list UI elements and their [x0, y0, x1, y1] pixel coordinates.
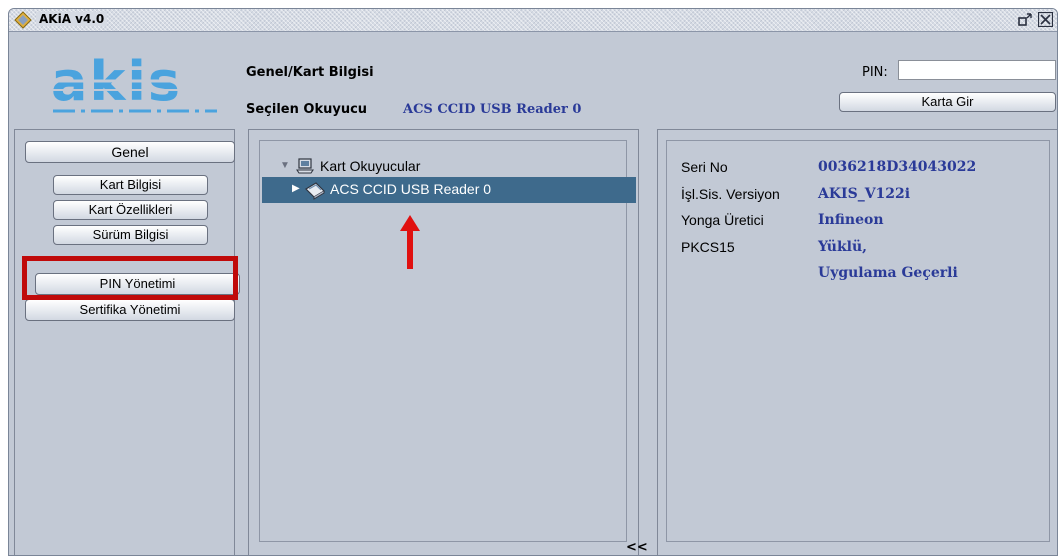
tree-item-reader-label: ACS CCID USB Reader 0	[330, 181, 492, 197]
tree-item-reader[interactable]: ▶ ACS CCID USB Reader 0	[262, 177, 636, 203]
info-value-pkcs15-status: Uygulama Geçerli	[818, 265, 958, 281]
sidebar-panel: Genel Kart Bilgisi Kart Özellikleri Sürü…	[14, 129, 240, 555]
close-icon[interactable]	[1038, 12, 1053, 27]
info-label-pkcs15: PKCS15	[681, 239, 735, 255]
info-label-yonga-uretici: Yonga Üretici	[681, 212, 764, 228]
header-area: akis Genel/Kart Bilgisi Seçilen Okuyucu …	[9, 32, 1057, 128]
pin-label: PIN:	[862, 65, 888, 80]
red-arrow-annotation	[400, 215, 420, 269]
genel-button[interactable]: Genel	[25, 141, 235, 163]
info-value-os-version: AKIS_V122i	[818, 186, 911, 202]
akis-logo: akis	[47, 56, 223, 113]
sidebar-item-surum-bilgisi[interactable]: Sürüm Bilgisi	[53, 225, 208, 245]
pin-input[interactable]	[898, 60, 1056, 80]
sidebar-item-kart-bilgisi[interactable]: Kart Bilgisi	[53, 175, 208, 195]
window-title: AKiA v4.0	[36, 12, 108, 26]
page-title: Genel/Kart Bilgisi	[246, 65, 374, 80]
info-value-seri-no: 0036218D34043022	[818, 159, 977, 175]
collapsed-arrow-icon[interactable]: ▶	[292, 183, 300, 194]
expand-arrow-icon[interactable]: ▼	[280, 160, 290, 171]
restore-icon[interactable]	[1018, 12, 1033, 27]
sidebar-item-kart-ozellikleri[interactable]: Kart Özellikleri	[53, 200, 208, 220]
info-label-os-version: İşl.Sis. Versiyon	[681, 186, 780, 202]
computer-icon	[296, 158, 314, 174]
info-value-yonga-uretici: Infineon	[818, 212, 884, 228]
collapse-button[interactable]: <<	[626, 540, 648, 555]
tree-root-label: Kart Okuyucular	[320, 158, 421, 174]
karta-gir-button[interactable]: Karta Gir	[839, 92, 1056, 112]
app-window: AKiA v4.0 akis Genel/Kart Bilgisi Seçile…	[8, 8, 1058, 556]
info-label-seri-no: Seri No	[681, 159, 728, 175]
sertifika-yonetimi-button[interactable]: Sertifika Yönetimi	[25, 299, 235, 321]
card-reader-icon	[305, 182, 325, 200]
app-icon	[14, 11, 32, 29]
selected-reader-value: ACS CCID USB Reader 0	[403, 102, 582, 117]
selected-reader-label: Seçilen Okuyucu	[246, 102, 368, 117]
logo-text: akis	[51, 56, 182, 113]
title-bar[interactable]: AKiA v4.0	[9, 9, 1057, 32]
info-value-pkcs15: Yüklü,	[818, 239, 868, 255]
pin-yonetimi-button[interactable]: PIN Yönetimi	[35, 273, 240, 295]
